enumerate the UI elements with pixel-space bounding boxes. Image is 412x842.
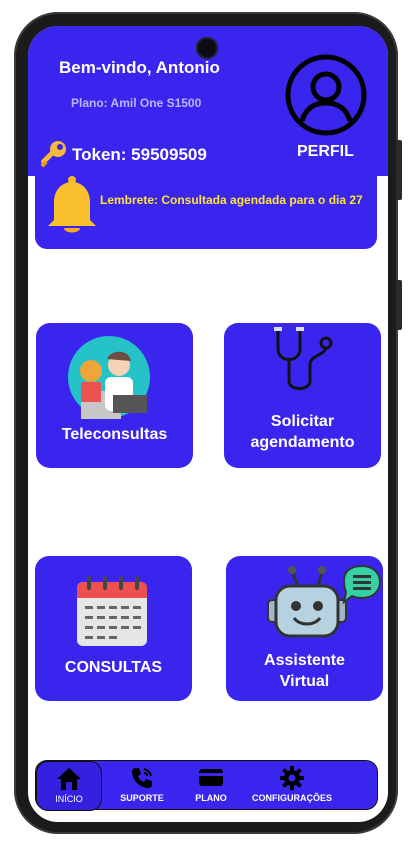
nav-plano-label: PLANO [195, 793, 227, 803]
nav-configuracoes-label: CONFIGURAÇÕES [251, 793, 332, 803]
solicitar-agendamento-card[interactable]: Solicitar agendamento [224, 323, 381, 468]
nav-configuracoes[interactable]: CONFIGURAÇÕES [250, 761, 334, 809]
assistente-virtual-card[interactable]: Assistente Virtual [226, 556, 383, 701]
consultas-label: CONSULTAS [64, 659, 163, 676]
volume-button [396, 280, 402, 330]
plan-text: Plano: Amil One S1500 [71, 96, 202, 110]
nav-inicio[interactable]: INÍCIO [36, 761, 102, 811]
bell-icon [48, 176, 96, 233]
power-button [396, 140, 402, 200]
token-text: Token: 59509509 [72, 145, 207, 164]
stethoscope-icon [274, 327, 333, 390]
nav-suporte-label: SUPORTE [120, 793, 164, 803]
doctor-icon [68, 336, 150, 419]
calendar-icon [77, 576, 147, 646]
gear-icon [280, 766, 304, 790]
home-icon [57, 768, 81, 790]
robot-icon [267, 564, 382, 638]
bottom-nav: INÍCIO SUPORTE PLANO CONFIGURAÇÕES [35, 760, 378, 811]
profile-label[interactable]: PERFIL [297, 143, 354, 161]
key-icon [40, 141, 66, 168]
assistente-label-line1: Assistente [264, 652, 345, 669]
assistente-label-line2: Virtual [279, 673, 330, 690]
user-profile-icon[interactable] [284, 53, 368, 137]
phone-icon [132, 768, 152, 788]
nav-plano[interactable]: PLANO [188, 761, 234, 809]
app-screen: Bem-vindo, Antonio Plano: Amil One S1500… [28, 26, 388, 822]
teleconsultas-label: Teleconsultas [61, 426, 168, 443]
consultas-card[interactable]: CONSULTAS [35, 556, 192, 701]
nav-suporte[interactable]: SUPORTE [116, 761, 168, 809]
welcome-text: Bem-vindo, Antonio [59, 58, 220, 77]
solicitar-label-line1: Solicitar [270, 413, 335, 430]
reminder-text: Lembrete: Consultada agendada para o dia… [100, 193, 363, 207]
teleconsultas-card[interactable]: Teleconsultas [36, 323, 193, 468]
nav-inicio-label: INÍCIO [55, 794, 83, 804]
card-icon [199, 769, 223, 786]
solicitar-label-line2: agendamento [250, 434, 355, 451]
front-camera [196, 37, 218, 59]
